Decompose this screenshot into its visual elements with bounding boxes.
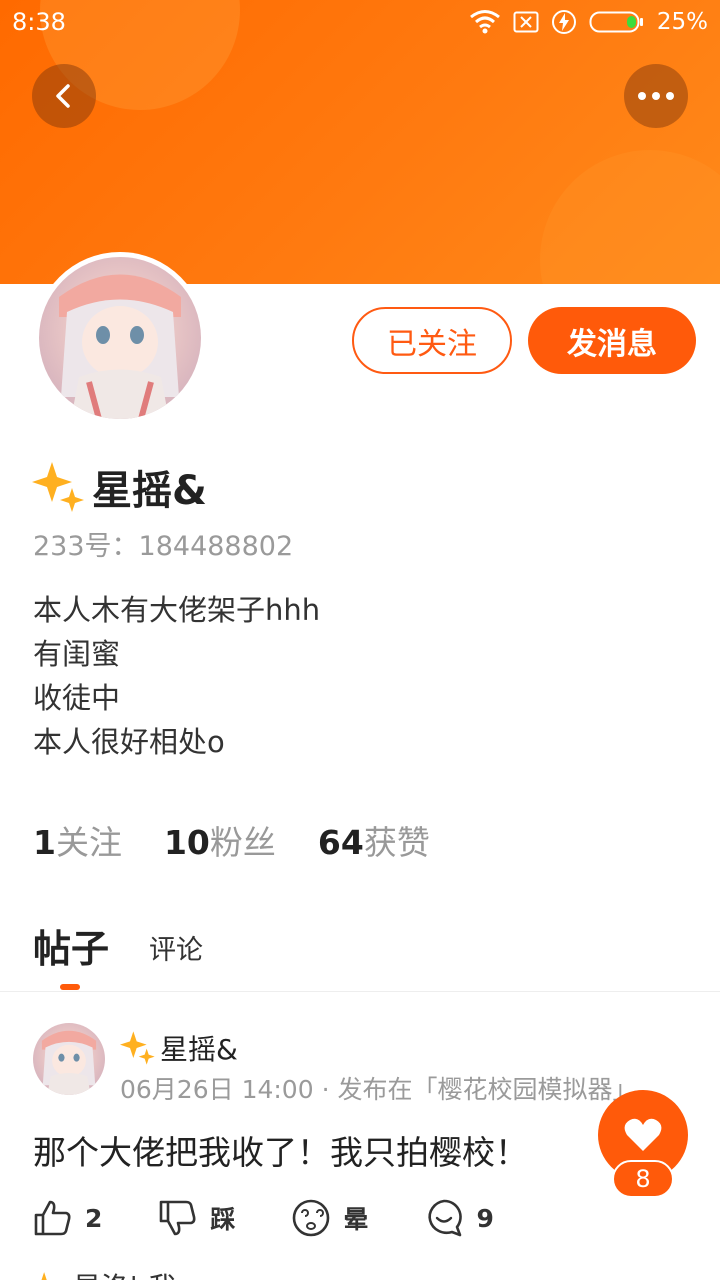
bio-line: 有闺蜜 <box>33 637 121 671</box>
post-actions: 2 踩 晕 9 <box>33 1198 550 1238</box>
dislike-label: 踩 <box>210 1205 236 1234</box>
dizzy-label: 晕 <box>343 1205 369 1234</box>
back-button[interactable] <box>32 64 96 128</box>
dizzy-button[interactable]: 晕 <box>291 1198 368 1238</box>
like-button[interactable]: 2 <box>33 1199 102 1237</box>
no-sim-icon <box>513 11 539 33</box>
next-post-text: 我 <box>148 1266 176 1280</box>
bio-line: 本人木有大佬架子hhh <box>33 593 321 627</box>
bio-line: 收徒中 <box>33 681 121 715</box>
dislike-button[interactable]: 踩 <box>158 1199 235 1237</box>
thumbs-down-icon <box>160 1200 196 1236</box>
more-button[interactable] <box>624 64 688 128</box>
battery-percent: 25% <box>656 9 708 35</box>
like-fab-count: 8 <box>612 1160 674 1198</box>
send-message-button[interactable]: 发消息 <box>528 307 696 374</box>
chevron-left-icon <box>56 84 70 108</box>
comment-count: 9 <box>476 1203 494 1233</box>
stat-fans[interactable]: 10粉丝 <box>164 816 276 864</box>
tab-posts[interactable]: 帖子 <box>33 918 109 973</box>
next-post-preview[interactable]: 星洛| 我 <box>33 1266 176 1280</box>
heart-icon <box>624 1118 662 1151</box>
avatar-illustration-icon <box>59 274 181 419</box>
username-row: 星摇& <box>32 458 207 516</box>
stat-likes: 64获赞 <box>317 823 430 862</box>
more-dots-icon <box>638 92 674 100</box>
sparkle-icon <box>32 462 84 512</box>
followed-button[interactable]: 已关注 <box>352 307 512 374</box>
post-author-name: 星摇& <box>160 1033 238 1066</box>
comment-button[interactable]: 9 <box>424 1198 494 1238</box>
battery-icon <box>589 11 643 33</box>
post-author-avatar[interactable] <box>33 1023 105 1095</box>
post-content[interactable]: 那个大佬把我收了！我只拍樱校！ <box>33 1126 528 1174</box>
wifi-icon <box>469 10 500 34</box>
sparkle-icon <box>120 1031 155 1065</box>
avatar-illustration-icon <box>41 1030 97 1095</box>
bio: 本人木有大佬架子hhh 有闺蜜 收徒中 本人很好相处o <box>33 588 320 764</box>
sparkle-icon <box>41 1272 47 1280</box>
post-author-row[interactable]: 星摇& <box>120 1028 238 1068</box>
tab-comments[interactable]: 评论 <box>149 928 203 973</box>
tab-bar: 帖子 评论 <box>33 918 203 973</box>
bio-line: 本人很好相处o <box>33 725 225 759</box>
profile-stats: 1关注 10粉丝 64获赞 <box>33 816 430 864</box>
avatar[interactable] <box>34 252 206 424</box>
status-time: 8:38 <box>12 8 66 36</box>
next-post-author: 星洛| <box>73 1266 138 1280</box>
user-id: 233号：184488802 <box>33 531 294 562</box>
status-bar: 8:38 25% <box>0 0 720 50</box>
divider <box>0 991 720 992</box>
like-count: 2 <box>85 1203 103 1233</box>
tab-indicator <box>60 984 80 990</box>
charging-icon <box>551 10 576 34</box>
post-meta: 06月26日 14:00 · 发布在「樱花校园模拟器」 <box>120 1075 638 1104</box>
username: 星摇& <box>92 468 207 514</box>
thumbs-up-icon <box>34 1200 71 1236</box>
stat-following[interactable]: 1关注 <box>33 816 122 864</box>
comment-bubble-icon <box>428 1199 463 1237</box>
dizzy-face-icon <box>293 1199 330 1237</box>
